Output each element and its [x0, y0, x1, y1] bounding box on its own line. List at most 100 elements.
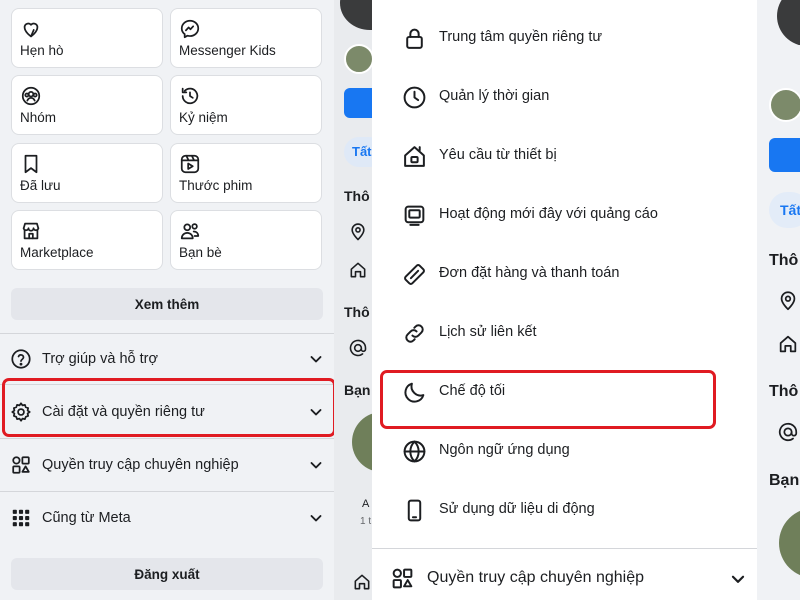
avatar [344, 44, 372, 74]
menu-label: Trợ giúp và hỗ trợ [42, 351, 158, 367]
settings-label: Trung tâm quyền riêng tư [439, 29, 603, 45]
settings-sheet: Trung tâm quyền riêng tư Quản lý thời gi… [372, 0, 757, 600]
location-icon [351, 223, 365, 241]
location-icon [780, 291, 796, 311]
sheet-bottom-label: Quyền truy cập chuyên nghiệp [427, 569, 645, 586]
payment-card-icon [404, 264, 425, 285]
section-heading: Thô [769, 383, 799, 400]
section-heading: Bạn [344, 382, 371, 398]
logout-button[interactable]: Đăng xuất [11, 558, 323, 590]
settings-label: Hoạt động mới đây với quảng cáo [439, 206, 658, 222]
shortcut-label: Đã lưu [20, 178, 61, 193]
groups-icon [21, 86, 41, 106]
marketplace-icon [22, 222, 40, 240]
reels-icon [180, 154, 200, 174]
bookmark-icon [24, 154, 38, 174]
settings-orders-payments[interactable]: Đơn đặt hàng và thanh toán [372, 245, 757, 304]
ad-activity-icon [404, 205, 425, 226]
shortcut-label: Bạn bè [179, 245, 222, 260]
help-icon [11, 349, 31, 369]
section-heading: Thô [344, 304, 370, 320]
shortcut-marketplace[interactable]: Marketplace [11, 210, 163, 270]
friend-mutual-fragment: 1 t [360, 516, 372, 527]
device-request-icon [404, 146, 425, 167]
chevron-down-icon [731, 575, 745, 583]
lock-icon [406, 28, 423, 49]
tab-pill: Tất [769, 192, 800, 228]
see-more-button[interactable]: Xem thêm [11, 288, 323, 320]
background-profile-strip: Tất Thô Thô Bạn A 1 t [334, 0, 372, 600]
home-icon [354, 574, 370, 590]
home-icon [350, 262, 366, 278]
menu-also-from-meta[interactable]: Cũng từ Meta [0, 493, 334, 543]
globe-icon [403, 440, 426, 463]
cover-photo-fragment [340, 0, 372, 30]
professional-icon [392, 568, 413, 589]
memories-icon [181, 87, 199, 105]
messenger-icon [180, 19, 200, 39]
settings-label: Sử dụng dữ liệu di động [439, 501, 595, 517]
heart-icon [23, 22, 39, 38]
cover-photo-fragment [777, 0, 800, 46]
chevron-down-icon [310, 515, 322, 522]
settings-label: Lịch sử liên kết [439, 324, 537, 340]
settings-recent-ad-activity[interactable]: Hoạt động mới đây với quảng cáo [372, 186, 757, 245]
settings-app-language[interactable]: Ngôn ngữ ứng dụng [372, 422, 757, 481]
grid-icon [12, 509, 30, 527]
avatar [769, 88, 800, 122]
tab-label: Tất [352, 144, 372, 159]
shortcut-groups[interactable]: Nhóm [11, 75, 163, 135]
settings-label: Quản lý thời gian [439, 88, 550, 104]
divider [372, 548, 757, 549]
settings-label: Ngôn ngữ ứng dụng [439, 442, 570, 458]
section-heading: Bạn [769, 472, 800, 489]
left-menu-panel: Hẹn hò Messenger Kids Nhóm Kỷ niệm Đã lư… [0, 0, 336, 600]
menu-label: Cũng từ Meta [42, 510, 131, 526]
section-heading: Thô [344, 188, 370, 204]
home-icon [779, 335, 797, 353]
menu-professional-access[interactable]: Quyền truy cập chuyên nghiệp [0, 440, 334, 490]
friend-name-fragment: A [362, 498, 370, 510]
settings-privacy-center[interactable]: Trung tâm quyền riêng tư [372, 9, 757, 68]
shortcut-friends[interactable]: Bạn bè [170, 210, 322, 270]
menu-label: Quyền truy cập chuyên nghiệp [42, 457, 239, 473]
shortcut-label: Hẹn hò [20, 43, 64, 58]
shortcut-saved[interactable]: Đã lưu [11, 143, 163, 203]
shortcut-reels[interactable]: Thước phim [170, 143, 322, 203]
blue-button-fragment [769, 138, 800, 172]
settings-link-history[interactable]: Lịch sử liên kết [372, 304, 757, 363]
shortcut-label: Thước phim [179, 178, 253, 193]
divider [0, 491, 334, 492]
shortcut-label: Messenger Kids [179, 43, 276, 58]
shortcut-memories[interactable]: Kỷ niệm [170, 75, 322, 135]
shortcut-label: Nhóm [20, 110, 57, 125]
section-heading: Thô [769, 252, 799, 269]
at-icon [778, 422, 798, 442]
phone-icon [407, 499, 422, 522]
tab-pill: Tất [344, 137, 372, 167]
professional-icon [12, 456, 30, 474]
settings-mobile-data-usage[interactable]: Sử dụng dữ liệu di động [372, 481, 757, 540]
shortcut-messenger-kids[interactable]: Messenger Kids [170, 8, 322, 68]
at-icon [349, 339, 367, 357]
link-icon [405, 324, 424, 343]
shortcut-label: Kỷ niệm [179, 110, 228, 125]
chevron-down-icon [310, 462, 322, 469]
friend-photo [779, 508, 800, 578]
menu-help-support[interactable]: Trợ giúp và hỗ trợ [0, 334, 334, 384]
highlight-box [380, 370, 716, 429]
background-profile-strip-right: Tất Thô Thô Bạn [757, 0, 800, 600]
settings-time-management[interactable]: Quản lý thời gian [372, 68, 757, 127]
sheet-professional-access[interactable]: Quyền truy cập chuyên nghiệp [372, 556, 757, 600]
blue-button-fragment [344, 88, 372, 118]
highlight-box [2, 378, 336, 437]
friend-photo [352, 412, 372, 472]
tab-label: Tất [780, 202, 800, 218]
divider [0, 438, 334, 439]
shortcut-label: Marketplace [20, 245, 94, 260]
settings-device-requests[interactable]: Yêu cầu từ thiết bị [372, 127, 757, 186]
chevron-down-icon [310, 356, 322, 363]
clock-icon [403, 86, 426, 109]
settings-label: Yêu cầu từ thiết bị [439, 147, 557, 163]
shortcut-dating[interactable]: Hẹn hò [11, 8, 163, 68]
